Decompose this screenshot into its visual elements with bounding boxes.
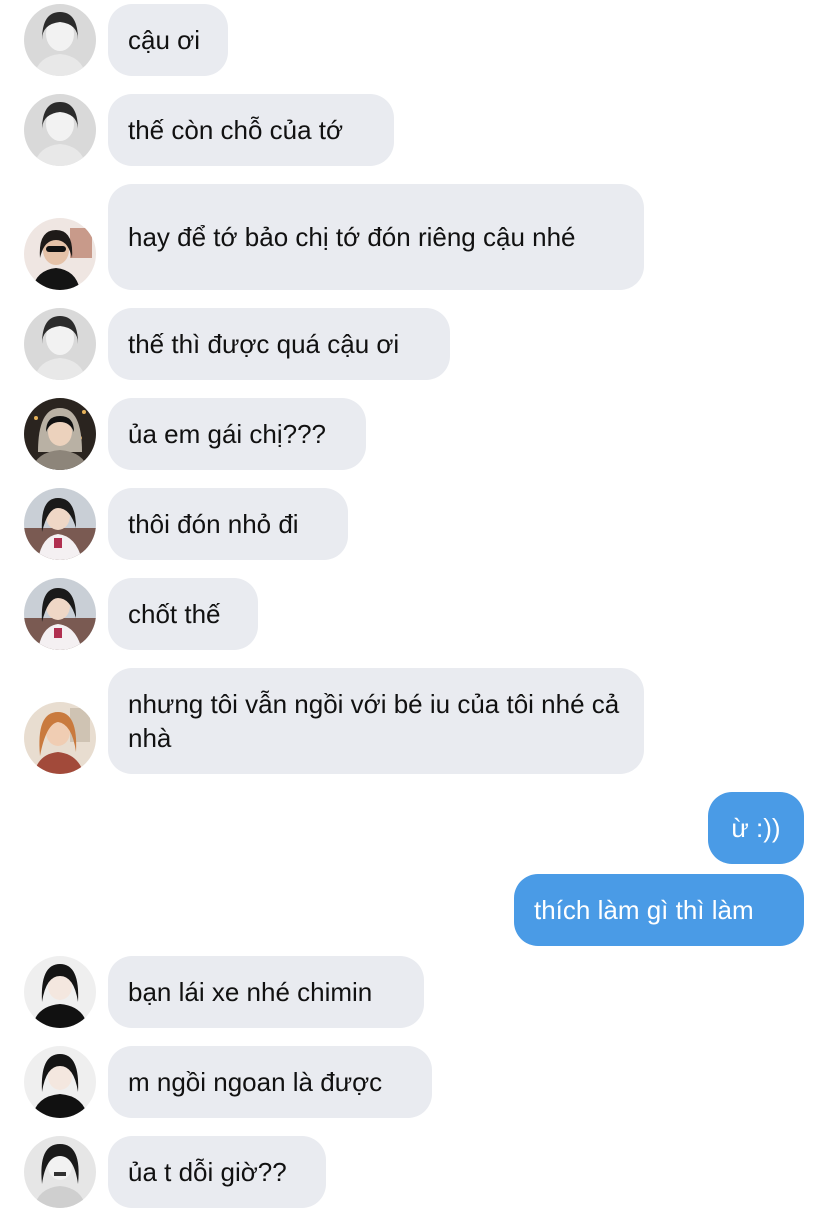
- message-bubble[interactable]: hay để tớ bảo chị tớ đón riêng cậu nhé: [108, 184, 644, 290]
- message-bubble[interactable]: thôi đón nhỏ đi: [108, 488, 348, 560]
- message-text: hay để tớ bảo chị tớ đón riêng cậu nhé: [128, 222, 576, 252]
- user-avatar-icon: [24, 308, 96, 380]
- message-text: thế còn chỗ của tớ: [128, 115, 344, 145]
- message-text: ừ :)): [731, 813, 781, 843]
- message-bubble[interactable]: m ngồi ngoan là được: [108, 1046, 432, 1118]
- avatar[interactable]: [24, 308, 96, 380]
- user-avatar-icon: [24, 218, 96, 290]
- message-text: cậu ơi: [128, 25, 200, 55]
- message-text: thôi đón nhỏ đi: [128, 509, 299, 539]
- message-text: ủa em gái chị???: [128, 419, 327, 449]
- avatar[interactable]: [24, 488, 96, 560]
- message-text: m ngồi ngoan là được: [128, 1067, 383, 1097]
- user-avatar-icon: [24, 578, 96, 650]
- avatar[interactable]: [24, 1136, 96, 1208]
- avatar[interactable]: [24, 398, 96, 470]
- avatar[interactable]: [24, 4, 96, 76]
- message-bubble-sent[interactable]: thích làm gì thì làm: [514, 874, 804, 946]
- user-avatar-icon: [24, 94, 96, 166]
- message-text: chốt thế: [128, 599, 221, 629]
- message-text: bạn lái xe nhé chimin: [128, 977, 373, 1007]
- message-bubble-sent[interactable]: ừ :)): [708, 792, 804, 864]
- message-bubble[interactable]: chốt thế: [108, 578, 258, 650]
- message-text: nhưng tôi vẫn ngồi với bé iu của tôi nhé…: [128, 689, 620, 753]
- message-text: thích làm gì thì làm: [534, 895, 754, 925]
- message-bubble[interactable]: cậu ơi: [108, 4, 228, 76]
- message-bubble[interactable]: ủa em gái chị???: [108, 398, 366, 470]
- message-bubble[interactable]: thế thì được quá cậu ơi: [108, 308, 450, 380]
- avatar[interactable]: [24, 218, 96, 290]
- message-text: ủa t dỗi giờ??: [128, 1157, 287, 1187]
- avatar[interactable]: [24, 702, 96, 774]
- avatar[interactable]: [24, 94, 96, 166]
- avatar[interactable]: [24, 578, 96, 650]
- user-avatar-icon: [24, 488, 96, 560]
- message-text: thế thì được quá cậu ơi: [128, 329, 400, 359]
- message-bubble[interactable]: ủa t dỗi giờ??: [108, 1136, 326, 1208]
- user-avatar-icon: [24, 956, 96, 1028]
- user-avatar-icon: [24, 398, 96, 470]
- message-bubble[interactable]: nhưng tôi vẫn ngồi với bé iu của tôi nhé…: [108, 668, 644, 774]
- message-bubble[interactable]: thế còn chỗ của tớ: [108, 94, 394, 166]
- user-avatar-icon: [24, 1046, 96, 1118]
- message-bubble[interactable]: bạn lái xe nhé chimin: [108, 956, 424, 1028]
- avatar[interactable]: [24, 1046, 96, 1118]
- avatar[interactable]: [24, 956, 96, 1028]
- user-avatar-icon: [24, 702, 96, 774]
- user-avatar-icon: [24, 1136, 96, 1208]
- user-avatar-icon: [24, 4, 96, 76]
